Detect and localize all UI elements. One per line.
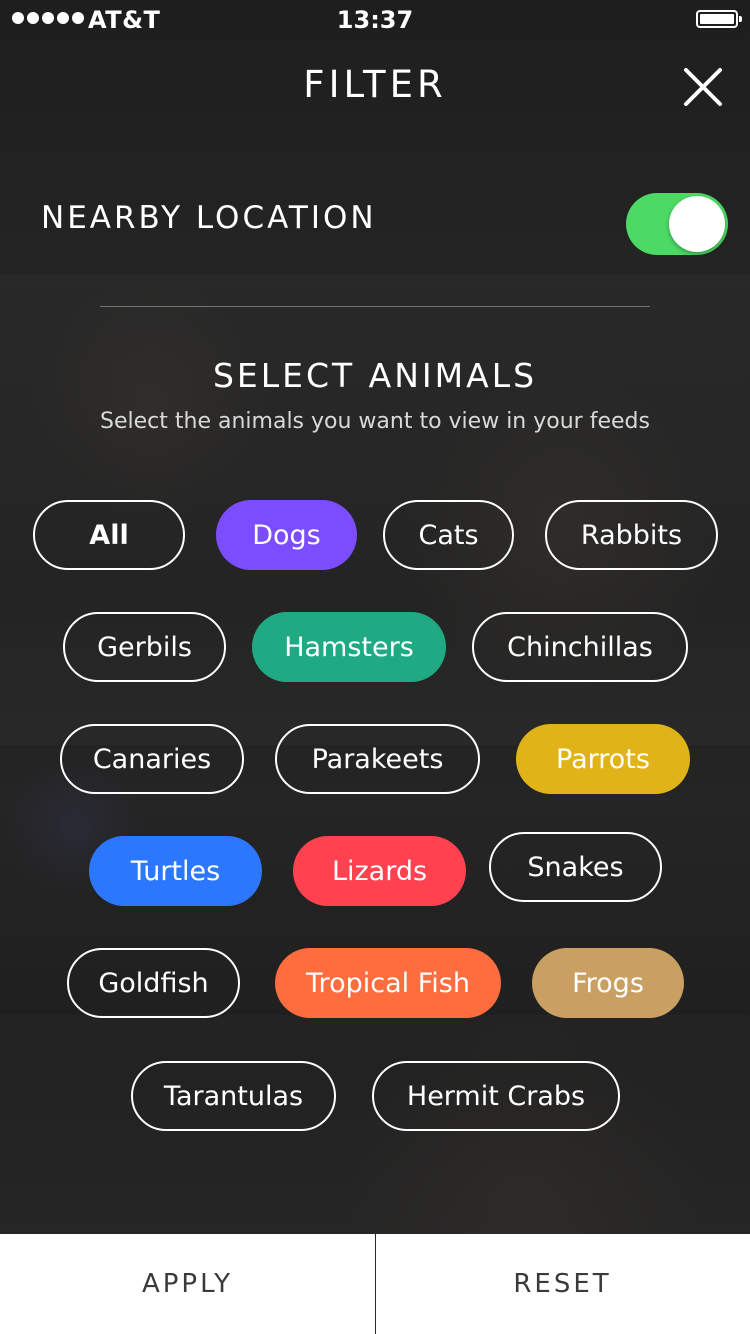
chip-parrots[interactable]: Parrots: [516, 724, 690, 794]
chip-label: Gerbils: [97, 631, 192, 663]
toggle-knob: [669, 196, 725, 252]
chip-label: Frogs: [572, 967, 644, 999]
chip-label: Parrots: [556, 743, 650, 775]
status-bar: AT&T 13:37: [0, 0, 750, 40]
chip-label: Tarantulas: [163, 1080, 304, 1112]
chip-turtles[interactable]: Turtles: [89, 836, 262, 906]
chip-cats[interactable]: Cats: [383, 500, 514, 570]
chip-hermit-crabs[interactable]: Hermit Crabs: [372, 1061, 620, 1131]
bottom-action-bar: APPLY RESET: [0, 1234, 750, 1334]
chip-label: Turtles: [130, 855, 221, 887]
chip-label: Dogs: [252, 519, 321, 551]
chip-goldfish[interactable]: Goldfish: [67, 948, 240, 1018]
nearby-location-toggle[interactable]: [626, 193, 728, 255]
chip-label: Snakes: [527, 851, 624, 883]
filter-screen: AT&T 13:37 FILTER NEARBY LOCATION SELECT…: [0, 0, 750, 1334]
chip-label: Goldfish: [98, 967, 209, 999]
battery-tip: [739, 16, 742, 22]
battery-icon: [696, 10, 742, 28]
chip-label: Cats: [418, 519, 479, 551]
chip-label: Tropical Fish: [306, 967, 470, 999]
chip-label: All: [89, 519, 129, 551]
battery-level: [700, 14, 734, 24]
select-animals-subtitle: Select the animals you want to view in y…: [100, 409, 650, 434]
chip-chinchillas[interactable]: Chinchillas: [472, 612, 688, 682]
chip-tropical-fish[interactable]: Tropical Fish: [275, 948, 501, 1018]
chip-all[interactable]: All: [33, 500, 185, 570]
chip-label: Canaries: [92, 743, 212, 775]
chip-parakeets[interactable]: Parakeets: [275, 724, 480, 794]
chip-lizards[interactable]: Lizards: [293, 836, 466, 906]
section-divider: [100, 306, 650, 307]
background-band: [0, 1015, 750, 1235]
chip-label: Parakeets: [311, 743, 444, 775]
chip-canaries[interactable]: Canaries: [60, 724, 244, 794]
chip-label: Chinchillas: [507, 631, 653, 663]
chip-label: Rabbits: [580, 519, 683, 551]
chip-frogs[interactable]: Frogs: [532, 948, 684, 1018]
reset-button[interactable]: RESET: [375, 1234, 750, 1334]
chip-snakes[interactable]: Snakes: [489, 832, 662, 902]
close-button[interactable]: [680, 64, 726, 110]
chip-label: Lizards: [331, 855, 428, 887]
chip-hamsters[interactable]: Hamsters: [252, 612, 446, 682]
select-animals-title: SELECT ANIMALS: [212, 356, 538, 395]
chip-label: Hermit Crabs: [406, 1080, 586, 1112]
nearby-location-label: NEARBY LOCATION: [41, 200, 377, 236]
close-icon: [684, 68, 722, 106]
chip-dogs[interactable]: Dogs: [216, 500, 357, 570]
chip-label: Hamsters: [284, 631, 414, 663]
status-time: 13:37: [336, 6, 414, 34]
chip-rabbits[interactable]: Rabbits: [545, 500, 718, 570]
chip-gerbils[interactable]: Gerbils: [63, 612, 226, 682]
apply-button[interactable]: APPLY: [0, 1234, 375, 1334]
chip-tarantulas[interactable]: Tarantulas: [131, 1061, 336, 1131]
page-title: FILTER: [303, 63, 447, 106]
